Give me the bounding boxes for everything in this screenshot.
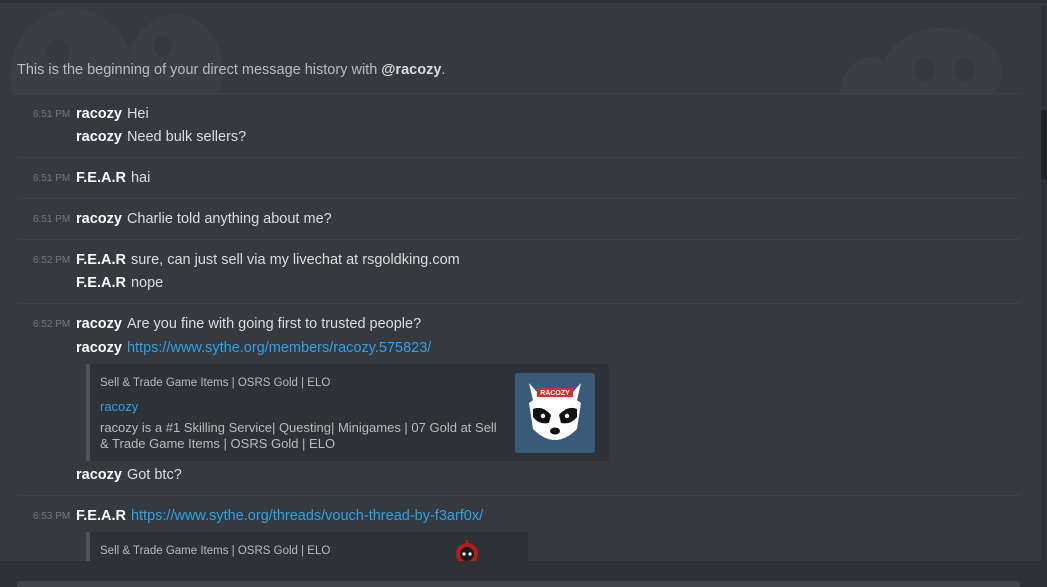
message-author[interactable]: racozy xyxy=(76,316,122,332)
message-author[interactable]: racozy xyxy=(76,467,122,483)
message-line: racozy https://www.sythe.org/members/raco… xyxy=(76,339,431,357)
message-timestamp: 6:53 PM xyxy=(33,511,71,522)
raccoon-logo-icon: RACOZY xyxy=(515,373,595,453)
message-line: F.E.A.R https://www.sythe.org/threads/vou… xyxy=(76,507,483,525)
message-line: racozy Are you fine with going first to t… xyxy=(76,315,421,333)
message-line: racozy Hei xyxy=(76,105,149,123)
user-mention[interactable]: @racozy xyxy=(381,62,441,78)
dm-history-intro: This is the beginning of your direct mes… xyxy=(17,62,445,78)
message-line: racozy Got btc? xyxy=(76,466,182,484)
embed-title[interactable]: racozy xyxy=(100,399,138,414)
message-text: Got btc? xyxy=(126,467,182,483)
message-author[interactable]: F.E.A.R xyxy=(76,252,126,268)
embed-description: racozy is a #1 Skilling Service| Questin… xyxy=(100,420,497,451)
scrollbar-track[interactable] xyxy=(1041,5,1047,585)
message-group-divider xyxy=(17,157,1020,158)
thumb-label: RACOZY xyxy=(540,390,570,397)
message-line: racozy Need bulk sellers? xyxy=(76,128,246,146)
message-group-divider xyxy=(17,93,1020,94)
scrollbar-thumb[interactable] xyxy=(1041,110,1047,180)
message-timestamp: 6:52 PM xyxy=(33,319,71,330)
message-text: sure, can just sell via my livechat at r… xyxy=(130,252,460,268)
embed-thumbnail[interactable] xyxy=(455,540,479,562)
message-group-divider xyxy=(17,495,1020,496)
message-author[interactable]: racozy xyxy=(76,129,122,145)
message-group-divider xyxy=(17,198,1020,199)
message-line: F.E.A.R nope xyxy=(76,274,163,292)
embed-thumbnail[interactable]: RACOZY xyxy=(515,373,595,453)
message-link[interactable]: https://www.sythe.org/threads/vouch-thre… xyxy=(131,508,483,524)
message-author[interactable]: racozy xyxy=(76,340,122,356)
red-mascot-icon xyxy=(456,540,478,562)
message-timestamp: 6:51 PM xyxy=(33,109,71,120)
message-composer-area xyxy=(0,561,1047,587)
link-embed: Sell & Trade Game Items | OSRS Gold | EL… xyxy=(86,364,609,461)
message-text: Are you fine with going first to trusted… xyxy=(126,316,422,332)
embed-provider: Sell & Trade Game Items | OSRS Gold | EL… xyxy=(100,377,331,389)
message-line: racozy Charlie told anything about me? xyxy=(76,210,332,228)
discord-watermark-left-icon xyxy=(0,0,230,95)
intro-prefix: This is the beginning of your direct mes… xyxy=(17,62,382,78)
link-embed: Sell & Trade Game Items | OSRS Gold | EL… xyxy=(86,532,528,562)
message-link[interactable]: https://www.sythe.org/members/racozy.575… xyxy=(127,340,431,356)
embed-provider: Sell & Trade Game Items | OSRS Gold | EL… xyxy=(100,545,331,557)
message-author[interactable]: F.E.A.R xyxy=(76,170,126,186)
message-text: Hei xyxy=(126,106,149,122)
message-timestamp: 6:52 PM xyxy=(33,255,71,266)
message-text: hai xyxy=(130,170,151,186)
message-line: F.E.A.R sure, can just sell via my livech… xyxy=(76,251,460,269)
message-author[interactable]: F.E.A.R xyxy=(76,508,126,524)
message-line: F.E.A.R hai xyxy=(76,169,150,187)
message-timestamp: 6:51 PM xyxy=(33,214,71,225)
message-timestamp: 6:51 PM xyxy=(33,173,71,184)
message-author[interactable]: F.E.A.R xyxy=(76,275,126,291)
message-author[interactable]: racozy xyxy=(76,106,122,122)
message-group-divider xyxy=(17,303,1020,304)
message-input-edge[interactable] xyxy=(17,581,1020,587)
message-author[interactable]: racozy xyxy=(76,211,122,227)
message-text: nope xyxy=(130,275,164,291)
message-group-divider xyxy=(17,239,1020,240)
message-text: Charlie told anything about me? xyxy=(126,211,332,227)
discord-watermark-right-icon xyxy=(830,0,1030,95)
message-text: Need bulk sellers? xyxy=(126,129,247,145)
intro-suffix: . xyxy=(441,62,446,78)
